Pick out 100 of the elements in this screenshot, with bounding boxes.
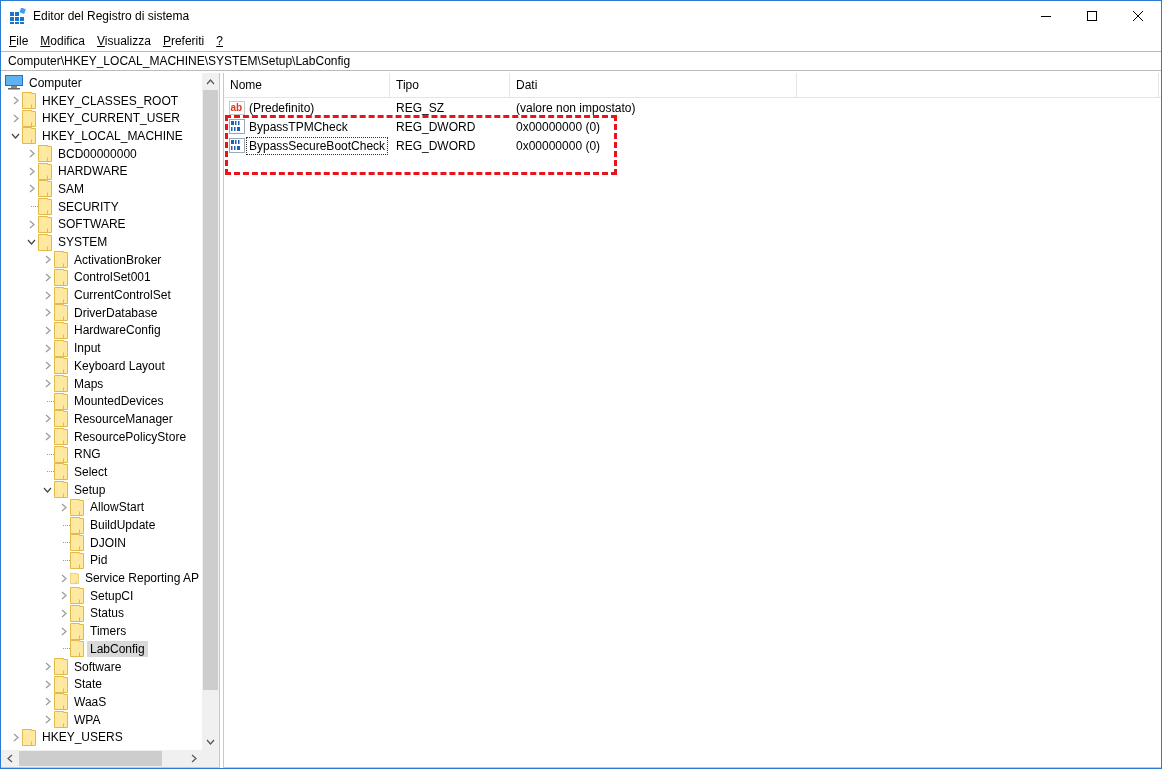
tree-item[interactable]: LabConfig bbox=[87, 640, 148, 657]
tree-item[interactable]: SYSTEM bbox=[55, 234, 111, 251]
tree-item[interactable]: Status bbox=[87, 605, 128, 622]
folder-icon bbox=[38, 162, 52, 180]
tree-item[interactable]: HKEY_CLASSES_ROOT bbox=[39, 92, 182, 109]
chevron-down-icon[interactable] bbox=[27, 239, 36, 246]
tree-item[interactable]: CurrentControlSet bbox=[71, 287, 174, 304]
folder-icon bbox=[38, 145, 52, 163]
value-name[interactable]: (Predefinito) bbox=[246, 98, 318, 117]
tree-item[interactable]: Pid bbox=[87, 552, 111, 569]
column-header[interactable]: Dati bbox=[510, 73, 797, 97]
maximize-icon bbox=[1087, 11, 1097, 21]
tree-item[interactable]: SECURITY bbox=[55, 198, 122, 215]
tree-item[interactable]: AllowStart bbox=[87, 499, 148, 516]
tree-item[interactable]: ActivationBroker bbox=[71, 251, 165, 268]
tree-item[interactable]: Setup bbox=[71, 481, 109, 498]
folder-icon bbox=[22, 127, 36, 145]
scroll-right-icon[interactable] bbox=[190, 754, 197, 763]
tree-item[interactable]: SOFTWARE bbox=[55, 216, 129, 233]
menu-item[interactable]: File bbox=[3, 34, 35, 48]
column-header[interactable]: Tipo bbox=[390, 73, 510, 97]
folder-icon bbox=[70, 640, 84, 658]
tree-item[interactable]: HardwareConfig bbox=[71, 322, 164, 339]
tree-item[interactable]: HKEY_CURRENT_USER bbox=[39, 110, 184, 127]
value-name[interactable]: BypassTPMCheck bbox=[246, 117, 351, 136]
menu-item[interactable]: Modifica bbox=[34, 34, 92, 48]
folder-icon bbox=[54, 463, 68, 481]
tree-item[interactable]: DJOIN bbox=[87, 534, 129, 551]
computer-icon bbox=[5, 75, 23, 91]
value-type: REG_DWORD bbox=[395, 138, 477, 153]
folder-icon bbox=[54, 481, 68, 499]
chevron-right-icon[interactable] bbox=[28, 219, 35, 229]
tree-item[interactable]: WPA bbox=[71, 711, 104, 728]
tree-item[interactable]: SetupCI bbox=[87, 587, 137, 604]
value-data: 0x00000000 (0) bbox=[515, 119, 602, 134]
folder-icon bbox=[54, 392, 68, 410]
folder-icon bbox=[22, 92, 36, 110]
tree-item[interactable]: SAM bbox=[55, 180, 87, 197]
chevron-right-icon[interactable] bbox=[60, 502, 67, 512]
tree-item[interactable]: Software bbox=[71, 658, 125, 675]
folder-icon bbox=[54, 693, 68, 711]
tree-item[interactable]: Select bbox=[71, 463, 111, 480]
tree-item[interactable]: Input bbox=[71, 340, 104, 357]
chevron-down-icon[interactable] bbox=[43, 486, 52, 493]
folder-icon bbox=[54, 410, 68, 428]
folder-icon bbox=[54, 321, 68, 339]
address-bar[interactable]: Computer\HKEY_LOCAL_MACHINE\SYSTEM\Setup\LabConfig bbox=[1, 51, 1161, 71]
value-name[interactable]: BypassSecureBootCheck bbox=[246, 136, 389, 155]
scroll-down-icon[interactable] bbox=[206, 738, 215, 745]
tree-item[interactable]: Keyboard Layout bbox=[71, 357, 168, 374]
registry-cubes-icon bbox=[10, 8, 26, 24]
tree-item[interactable]: RNG bbox=[71, 446, 104, 463]
tree-item[interactable]: WaaS bbox=[71, 693, 110, 710]
menu-item[interactable]: Preferiti bbox=[156, 34, 211, 48]
folder-icon bbox=[70, 498, 84, 516]
tree-item[interactable]: Service Reporting AP bbox=[81, 570, 202, 587]
column-header[interactable]: Nome bbox=[224, 73, 390, 97]
chevron-down-icon[interactable] bbox=[11, 132, 20, 139]
scroll-left-icon[interactable] bbox=[6, 754, 13, 763]
folder-icon bbox=[22, 728, 36, 746]
folder-icon bbox=[70, 534, 84, 552]
tree-item[interactable]: ResourcePolicyStore bbox=[71, 428, 190, 445]
tree-item[interactable]: Timers bbox=[87, 623, 130, 640]
folder-icon bbox=[54, 675, 68, 693]
tree-item[interactable]: HKEY_USERS bbox=[39, 729, 126, 746]
tree-item[interactable]: Computer bbox=[26, 74, 85, 91]
folder-icon bbox=[38, 215, 52, 233]
tree-item[interactable]: MountedDevices bbox=[71, 393, 167, 410]
folder-icon bbox=[54, 428, 68, 446]
minimize-icon bbox=[1041, 15, 1051, 17]
tree-item[interactable]: HKEY_LOCAL_MACHINE bbox=[39, 127, 186, 144]
folder-icon bbox=[54, 445, 68, 463]
close-icon bbox=[1133, 11, 1143, 21]
tree-item[interactable]: BuildUpdate bbox=[87, 517, 159, 534]
scroll-up-icon[interactable] bbox=[206, 78, 215, 85]
folder-icon bbox=[70, 604, 84, 622]
tree-item[interactable]: HARDWARE bbox=[55, 163, 131, 180]
folder-icon bbox=[54, 375, 68, 393]
folder-icon bbox=[38, 233, 52, 251]
folder-icon bbox=[54, 268, 68, 286]
vertical-scrollbar[interactable] bbox=[202, 73, 219, 750]
value-data: 0x00000000 (0) bbox=[515, 138, 602, 153]
folder-icon bbox=[22, 109, 36, 127]
value-data: (valore non impostato) bbox=[515, 100, 637, 115]
tree-item[interactable]: ResourceManager bbox=[71, 410, 176, 427]
tree-item[interactable]: ControlSet001 bbox=[71, 269, 154, 286]
tree-item[interactable]: Maps bbox=[71, 375, 107, 392]
tree-item[interactable]: DriverDatabase bbox=[71, 304, 161, 321]
value-type: REG_SZ bbox=[395, 100, 445, 115]
folder-icon bbox=[38, 198, 52, 216]
tree-item[interactable]: State bbox=[71, 676, 106, 693]
chevron-right-icon[interactable] bbox=[12, 732, 19, 742]
horizontal-scrollbar[interactable] bbox=[1, 750, 219, 767]
folder-icon bbox=[54, 357, 68, 375]
menu-item[interactable]: Visualizza bbox=[91, 34, 157, 48]
tree-item[interactable]: BCD00000000 bbox=[55, 145, 140, 162]
folder-icon bbox=[54, 658, 68, 676]
binary-value-icon bbox=[229, 119, 245, 134]
folder-icon bbox=[38, 180, 52, 198]
menu-item[interactable]: ? bbox=[210, 34, 229, 48]
